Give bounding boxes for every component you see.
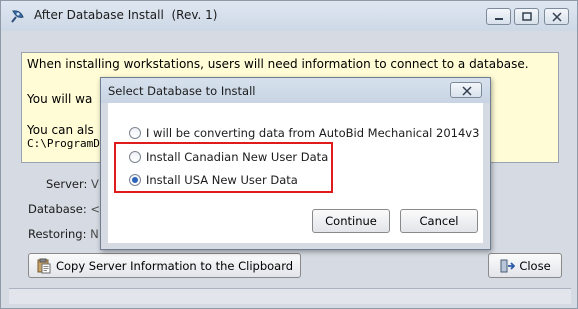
- highlight-box: [114, 142, 333, 193]
- close-button[interactable]: Close: [488, 253, 562, 278]
- maximize-icon: [522, 12, 532, 21]
- cancel-button[interactable]: Cancel: [400, 209, 478, 233]
- dialog-title: Select Database to Install: [108, 84, 256, 98]
- status-bar: [9, 288, 571, 304]
- minimize-icon: [495, 18, 503, 20]
- minimize-button[interactable]: [486, 8, 511, 25]
- exit-door-icon: [499, 258, 516, 274]
- close-window-button[interactable]: [544, 8, 569, 25]
- window-title: After Database Install (Rev. 1): [34, 8, 218, 22]
- info-line-2: You will wa: [27, 92, 93, 106]
- database-label: Database:: [28, 202, 87, 216]
- cancel-label: Cancel: [419, 214, 459, 228]
- title-bar[interactable]: After Database Install (Rev. 1): [1, 1, 577, 31]
- dialog-title-bar[interactable]: Select Database to Install: [101, 78, 490, 103]
- info-line-3: You can als: [27, 123, 94, 137]
- database-value: <: [90, 202, 101, 216]
- copy-server-info-button[interactable]: Copy Server Information to the Clipboard: [28, 253, 301, 278]
- option-convert-autobid[interactable]: I will be converting data from AutoBid M…: [129, 126, 479, 140]
- restoring-field: Restoring: N: [28, 227, 99, 241]
- server-value: V: [91, 177, 99, 191]
- clipboard-icon: [36, 258, 52, 274]
- close-icon: [462, 86, 472, 96]
- close-button-label: Close: [519, 258, 551, 273]
- continue-button[interactable]: Continue: [312, 209, 390, 233]
- close-icon: [552, 12, 562, 22]
- info-line-1: When installing workstations, users will…: [27, 57, 529, 71]
- main-window: After Database Install (Rev. 1) When ins…: [0, 0, 578, 309]
- info-line-4: C:\ProgramD: [27, 137, 100, 150]
- server-label: Server:: [46, 177, 88, 191]
- restoring-value: N: [90, 227, 99, 241]
- option-label: I will be converting data from AutoBid M…: [146, 126, 480, 140]
- maximize-button[interactable]: [514, 8, 539, 25]
- server-field: Server: V: [46, 177, 99, 191]
- dialog-close-button[interactable]: [450, 82, 482, 98]
- radio-button[interactable]: [129, 127, 141, 139]
- database-field: Database: <: [28, 202, 100, 216]
- restoring-label: Restoring:: [28, 227, 87, 241]
- copy-button-label: Copy Server Information to the Clipboard: [55, 258, 294, 273]
- continue-label: Continue: [325, 214, 377, 228]
- satellite-dish-icon: [10, 8, 26, 24]
